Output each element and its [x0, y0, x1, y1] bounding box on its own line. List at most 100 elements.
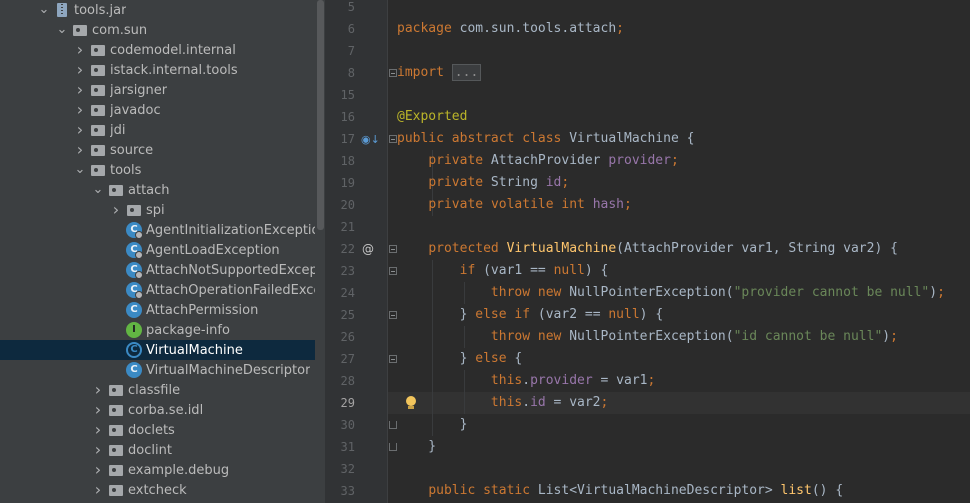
code-line[interactable]: } else {: [397, 348, 523, 370]
code-line[interactable]: protected VirtualMachine(AttachProvider …: [397, 238, 898, 260]
chevron-down-icon[interactable]: ⌄: [92, 180, 104, 200]
tree-item-label: classfile: [128, 382, 181, 398]
line-number[interactable]: 5: [325, 0, 355, 18]
fold-end-icon[interactable]: [389, 443, 397, 451]
code-editor[interactable]: 5 6 7 8 15 16 17 18 19 20 21 22 23 24 25 26 27 28 29 30 31 32…: [325, 0, 970, 503]
code-line[interactable]: public static List<VirtualMachineDescrip…: [397, 480, 843, 502]
code-line[interactable]: throw new NullPointerException("id canno…: [397, 326, 898, 348]
tree-item-virtualmachinedescriptor[interactable]: C VirtualMachineDescriptor: [0, 360, 325, 380]
chevron-right-icon[interactable]: ›: [74, 120, 86, 140]
tree-item-label: source: [110, 142, 154, 158]
tree-item-javadoc[interactable]: › javadoc: [0, 100, 325, 120]
chevron-right-icon[interactable]: ›: [92, 460, 104, 480]
tree-item-attachnotsupportedexception[interactable]: C AttachNotSupportedException: [0, 260, 325, 280]
code-line[interactable]: @Exported: [397, 106, 467, 128]
line-number[interactable]: 32: [325, 458, 355, 480]
fold-toggle-icon[interactable]: [389, 267, 397, 275]
tree-item-istack-internal-tools[interactable]: › istack.internal.tools: [0, 60, 325, 80]
line-number[interactable]: 8: [325, 62, 355, 84]
line-number[interactable]: 22: [325, 238, 355, 260]
chevron-right-icon[interactable]: ›: [92, 480, 104, 500]
line-number[interactable]: 26: [325, 326, 355, 348]
line-number[interactable]: 28: [325, 370, 355, 392]
fold-toggle-icon[interactable]: [389, 69, 397, 77]
package-icon: [108, 462, 124, 478]
chevron-right-icon[interactable]: ›: [74, 100, 86, 120]
chevron-right-icon[interactable]: ›: [74, 60, 86, 80]
line-number[interactable]: 20: [325, 194, 355, 216]
line-number[interactable]: 17: [325, 128, 355, 150]
tree-item-source[interactable]: › source: [0, 140, 325, 160]
line-number[interactable]: 33: [325, 480, 355, 502]
code-line[interactable]: import ...: [397, 62, 482, 84]
tree-item-doclint[interactable]: › doclint: [0, 440, 325, 460]
tree-item-codemodel-internal[interactable]: › codemodel.internal: [0, 40, 325, 60]
editor-gutter[interactable]: 5 6 7 8 15 16 17 18 19 20 21 22 23 24 25 26 27 28 29 30 31 32…: [325, 0, 397, 503]
chevron-right-icon[interactable]: ›: [74, 40, 86, 60]
tree-scrollbar-thumb[interactable]: [317, 0, 324, 230]
tree-item-virtualmachine[interactable]: C VirtualMachine: [0, 340, 325, 360]
tree-item-jdi[interactable]: › jdi: [0, 120, 325, 140]
chevron-right-icon[interactable]: ›: [92, 400, 104, 420]
line-number[interactable]: 27: [325, 348, 355, 370]
code-line[interactable]: private String id;: [397, 172, 569, 194]
line-number[interactable]: 30: [325, 414, 355, 436]
tree-item-doclets[interactable]: › doclets: [0, 420, 325, 440]
implemented-by-icon[interactable]: ◉↓: [361, 128, 380, 150]
code-line[interactable]: }: [397, 414, 468, 436]
code-line[interactable]: package com.sun.tools.attach;: [397, 18, 624, 40]
tree-item-com-sun[interactable]: ⌄ com.sun: [0, 20, 325, 40]
line-number[interactable]: 25: [325, 304, 355, 326]
line-number[interactable]: 19: [325, 172, 355, 194]
code-line[interactable]: private volatile int hash;: [397, 194, 632, 216]
code-line[interactable]: throw new NullPointerException("provider…: [397, 282, 945, 304]
annotation-marker-icon[interactable]: @: [361, 238, 375, 260]
fold-toggle-icon[interactable]: [389, 135, 397, 143]
line-number[interactable]: 18: [325, 150, 355, 172]
line-number[interactable]: 6: [325, 18, 355, 40]
chevron-down-icon[interactable]: ⌄: [38, 0, 50, 20]
tree-item-agentloadexception[interactable]: C AgentLoadException: [0, 240, 325, 260]
line-number[interactable]: 31: [325, 436, 355, 458]
line-number[interactable]: 16: [325, 106, 355, 128]
chevron-right-icon[interactable]: ›: [92, 440, 104, 460]
tree-item-classfile[interactable]: › classfile: [0, 380, 325, 400]
tree-item-agentinitializationexception[interactable]: C AgentInitializationException: [0, 220, 325, 240]
code-line[interactable]: if (var1 == null) {: [397, 260, 609, 282]
chevron-right-icon[interactable]: ›: [92, 380, 104, 400]
tree-item-jarsigner[interactable]: › jarsigner: [0, 80, 325, 100]
chevron-right-icon[interactable]: ›: [74, 140, 86, 160]
code-line[interactable]: public abstract class VirtualMachine {: [397, 128, 694, 150]
code-line[interactable]: this.id = var2;: [397, 392, 608, 414]
chevron-right-icon[interactable]: ›: [110, 200, 122, 220]
tree-item-tools[interactable]: ⌄ tools: [0, 160, 325, 180]
tree-item-package-info[interactable]: Ipackage-info: [0, 320, 325, 340]
fold-toggle-icon[interactable]: [389, 311, 397, 319]
line-number[interactable]: 21: [325, 216, 355, 238]
code-line[interactable]: }: [397, 436, 436, 458]
tree-item-extcheck[interactable]: › extcheck: [0, 480, 325, 500]
fold-toggle-icon[interactable]: [389, 245, 397, 253]
code-line[interactable]: } else if (var2 == null) {: [397, 304, 664, 326]
chevron-down-icon[interactable]: ⌄: [74, 160, 86, 180]
tree-item-attachpermission[interactable]: C AttachPermission: [0, 300, 325, 320]
chevron-right-icon[interactable]: ›: [92, 420, 104, 440]
tree-item-corba-se-idl[interactable]: › corba.se.idl: [0, 400, 325, 420]
tree-item-spi[interactable]: › spi: [0, 200, 325, 220]
tree-item-attach[interactable]: ⌄ attach: [0, 180, 325, 200]
line-number[interactable]: 7: [325, 40, 355, 62]
chevron-right-icon[interactable]: ›: [74, 80, 86, 100]
tree-item-example-debug[interactable]: › example.debug: [0, 460, 325, 480]
lightbulb-icon[interactable]: [404, 395, 418, 411]
fold-end-icon[interactable]: [389, 421, 397, 429]
line-number[interactable]: 23: [325, 260, 355, 282]
line-number[interactable]: 15: [325, 84, 355, 106]
fold-toggle-icon[interactable]: [389, 355, 397, 363]
line-number[interactable]: 24: [325, 282, 355, 304]
chevron-down-icon[interactable]: ⌄: [56, 20, 68, 40]
tree-item-tools-jar[interactable]: ⌄ tools.jar: [0, 0, 325, 20]
line-number[interactable]: 29: [325, 392, 355, 414]
code-line[interactable]: private AttachProvider provider;: [397, 150, 678, 172]
code-line[interactable]: this.provider = var1;: [397, 370, 655, 392]
tree-item-attachoperationfailedexception[interactable]: CAttachOperationFailedException: [0, 280, 325, 300]
